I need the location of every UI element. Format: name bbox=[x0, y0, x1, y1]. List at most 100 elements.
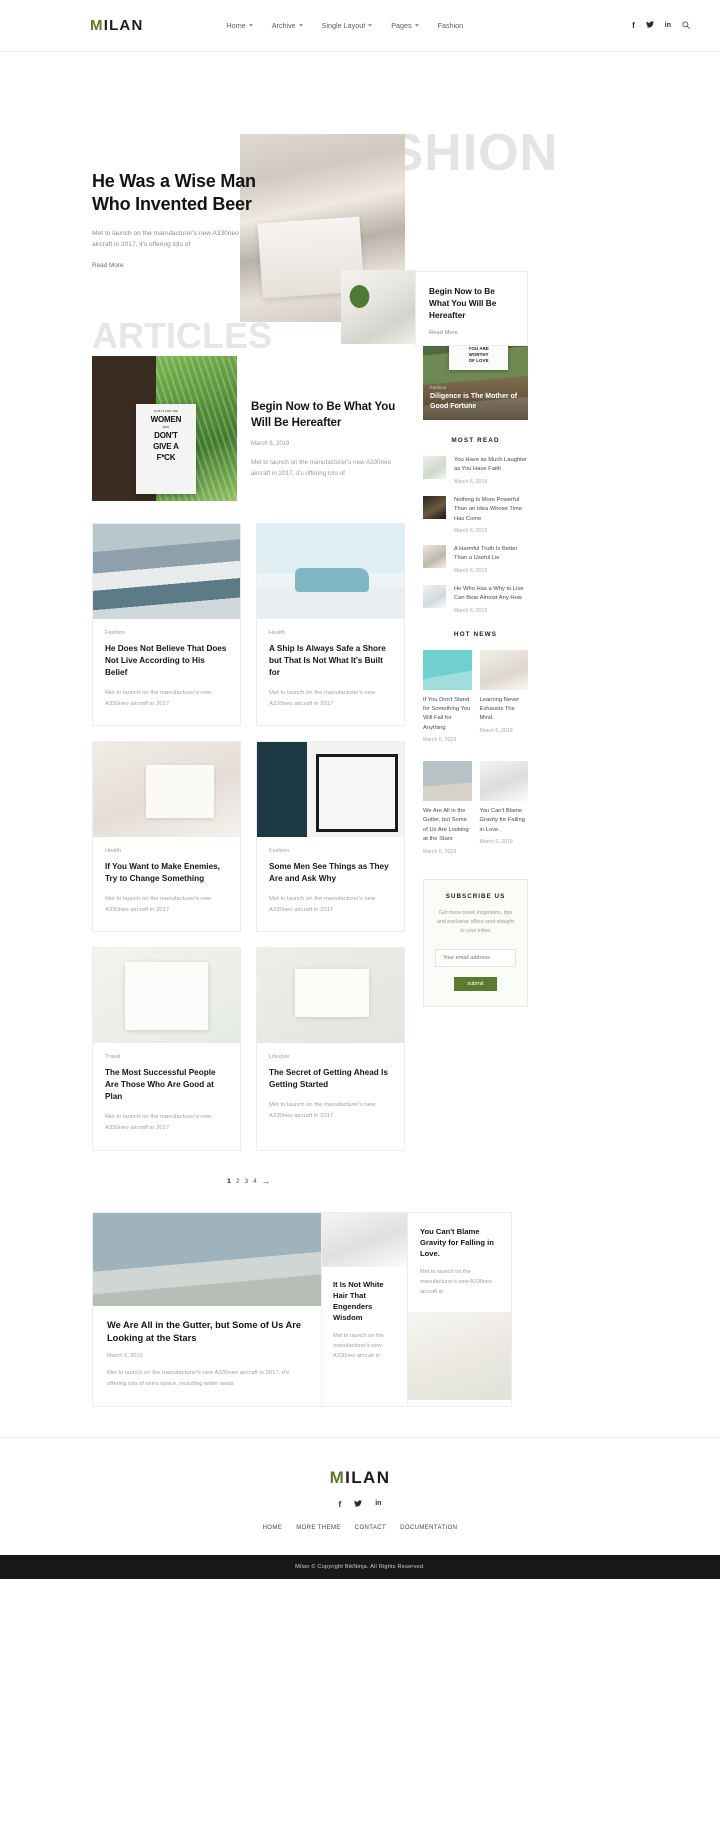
article-card-description: Met to launch on the manufacturer's new … bbox=[269, 1102, 376, 1119]
article-card[interactable]: Lifestyle The Secret of Getting Ahead Is… bbox=[256, 947, 405, 1151]
article-card[interactable]: Fashion He Does Not Believe That Does No… bbox=[92, 523, 241, 727]
most-read-date: March 6, 2019 bbox=[454, 527, 488, 534]
article-card-body: Health A Ship Is Always Safe a Shore but… bbox=[257, 619, 404, 725]
article-card[interactable]: Health A Ship Is Always Safe a Shore but… bbox=[256, 523, 405, 727]
poster-line-1: THIS IS FOR THE bbox=[153, 409, 179, 413]
subscribe-box: SUBSCRIBE US Get more travel inspiration… bbox=[423, 878, 528, 1007]
linkedin-icon[interactable]: in bbox=[665, 22, 671, 29]
twitter-icon[interactable] bbox=[645, 21, 654, 30]
poster-line-6: F*CK bbox=[156, 452, 176, 462]
bottom-feature-right[interactable]: You Can't Blame Gravity for Falling in L… bbox=[407, 1211, 512, 1407]
subscribe-email-input[interactable] bbox=[435, 948, 516, 967]
hot-news-date: March 6, 2019 bbox=[423, 737, 457, 744]
poster-line-5: GIVE A bbox=[153, 441, 179, 451]
hot-news-item[interactable]: If You Don't Stand for Something You Wil… bbox=[423, 649, 472, 744]
facebook-icon[interactable]: f bbox=[339, 1500, 342, 1509]
subscribe-submit-button[interactable]: submit bbox=[454, 976, 497, 991]
facebook-icon[interactable]: f bbox=[632, 21, 635, 30]
hot-news-date: March 6, 2019 bbox=[479, 839, 513, 846]
article-card-description: Met to launch on the manufacturer's new … bbox=[105, 689, 212, 707]
article-card-image bbox=[257, 742, 404, 838]
search-icon[interactable] bbox=[682, 21, 690, 31]
hot-news-grid: If You Don't Stand for Something You Wil… bbox=[423, 649, 528, 865]
hot-news-title: Learning Never Exhausts The Mind. bbox=[479, 696, 520, 722]
footer-social-group: f in bbox=[0, 1500, 720, 1509]
article-card-description: Met to launch on the manufacturer's new … bbox=[269, 689, 376, 707]
sidebar-feature-title: Diligence is The Mother of Good Fortune bbox=[430, 393, 518, 411]
hero-side-card[interactable]: Begin Now to Be What You Will Be Hereaft… bbox=[415, 271, 528, 346]
nav-item-single-layout[interactable]: Single Layout bbox=[322, 21, 373, 30]
article-card-category: Lifestyle bbox=[269, 1054, 290, 1061]
hot-news-image bbox=[479, 761, 528, 802]
nav-item-home[interactable]: Home bbox=[227, 21, 253, 30]
most-read-title: He Who Has a Why to Live Can Bear Almost… bbox=[454, 585, 524, 602]
twitter-icon bbox=[645, 21, 654, 28]
most-read-item[interactable]: A Harmful Truth Is Better Than a Useful … bbox=[423, 544, 528, 574]
bottom-feature-right-body: You Can't Blame Gravity for Falling in L… bbox=[408, 1213, 511, 1313]
featured-article-image: THIS IS FOR THE WOMEN WHO DON'T GIVE A F… bbox=[92, 356, 237, 501]
pagination-page-3[interactable]: 3 bbox=[245, 1178, 249, 1185]
hot-news-item[interactable]: Learning Never Exhausts The Mind. March … bbox=[479, 649, 528, 744]
featured-article-text: Begin Now to Be What You Will Be Hereaft… bbox=[251, 356, 405, 501]
hot-news-item[interactable]: You Can't Blame Gravity for Falling in L… bbox=[479, 761, 528, 855]
main-content: THIS IS FOR THE WOMEN WHO DON'T GIVE A F… bbox=[0, 314, 720, 1206]
footer-nav-contact[interactable]: CONTACT bbox=[355, 1525, 386, 1531]
hot-news-heading: HOT NEWS bbox=[453, 630, 498, 638]
article-card-category: Travel bbox=[105, 1054, 121, 1061]
hero-card-read-more-link[interactable]: Read More bbox=[429, 330, 514, 336]
most-read-item[interactable]: You Have as Much Laughter as You Have Fa… bbox=[423, 456, 528, 485]
hot-news-title: You Can't Blame Gravity for Falling in L… bbox=[479, 808, 525, 833]
nav-item-fashion[interactable]: Fashion bbox=[438, 21, 464, 30]
bottom-feature-large[interactable]: We Are All in the Gutter, but Some of Us… bbox=[92, 1211, 321, 1407]
nav-item-pages[interactable]: Pages bbox=[391, 21, 419, 30]
most-read-title: A Harmful Truth Is Better Than a Useful … bbox=[454, 545, 518, 562]
hero-description: Met to launch on the manufacturer's new … bbox=[92, 229, 239, 249]
sidebar-feature-category: Fashion bbox=[430, 385, 447, 391]
most-read-item[interactable]: He Who Has a Why to Live Can Bear Almost… bbox=[423, 584, 528, 614]
article-card-body: Lifestyle The Secret of Getting Ahead Is… bbox=[257, 1043, 404, 1137]
pagination-page-1[interactable]: 1 bbox=[227, 1178, 231, 1185]
bottom-feature-mid[interactable]: It Is Not White Hair That Engenders Wisd… bbox=[321, 1211, 407, 1407]
hot-news-image bbox=[479, 649, 528, 690]
article-card-body: Travel The Most Successful People Are Th… bbox=[93, 1043, 240, 1149]
bottom-feature-large-title: We Are All in the Gutter, but Some of Us… bbox=[107, 1319, 302, 1343]
bottom-feature-large-image bbox=[93, 1212, 321, 1306]
pagination-next-arrow-icon[interactable]: → bbox=[262, 1177, 270, 1186]
sidebar: YOU ARE WORTHY OF LOVE Fashion Diligence… bbox=[423, 314, 528, 1007]
twitter-icon[interactable] bbox=[354, 1499, 363, 1509]
hot-news-item[interactable]: We Are All in the Gutter, but Some of Us… bbox=[423, 761, 472, 855]
article-card[interactable]: Fashion Some Men See Things as They Are … bbox=[256, 741, 405, 933]
most-read-text: A Harmful Truth Is Better Than a Useful … bbox=[454, 545, 528, 574]
article-card[interactable]: Health If You Want to Make Enemies, Try … bbox=[92, 741, 241, 933]
copyright-bar: Milan © Copyright BikNinja. All Rights R… bbox=[0, 1554, 720, 1579]
most-read-thumbnail bbox=[423, 544, 446, 568]
article-card[interactable]: Travel The Most Successful People Are Th… bbox=[92, 947, 241, 1151]
article-card-grid: Fashion He Does Not Believe That Does No… bbox=[92, 523, 405, 1151]
hero-text-block: He Was a Wise Man Who Invented Beer Met … bbox=[92, 170, 257, 272]
chevron-down-icon bbox=[414, 24, 419, 27]
article-card-image bbox=[257, 524, 404, 619]
linkedin-icon[interactable]: in bbox=[375, 1500, 381, 1509]
most-read-text: He Who Has a Why to Live Can Bear Almost… bbox=[454, 585, 528, 614]
site-logo[interactable]: MILAN bbox=[90, 17, 144, 34]
bottom-feature-mid-title: It Is Not White Hair That Engenders Wisd… bbox=[333, 1279, 384, 1323]
footer-logo[interactable]: MILAN bbox=[0, 1468, 720, 1488]
featured-article-date: March 6, 2019 bbox=[251, 440, 290, 447]
footer-nav-more-theme[interactable]: MORE THEME bbox=[296, 1525, 341, 1531]
most-read-item[interactable]: Nothing Is More Powerful Than an Idea Wh… bbox=[423, 495, 528, 534]
footer-nav-home[interactable]: HOME bbox=[263, 1525, 283, 1531]
nav-item-archive[interactable]: Archive bbox=[272, 21, 303, 30]
hero-read-more-link[interactable]: Read More bbox=[92, 262, 124, 269]
pagination-page-4[interactable]: 4 bbox=[253, 1178, 257, 1185]
subscribe-description: Get more travel inspiration, tips and ex… bbox=[436, 909, 515, 934]
article-card-category: Fashion bbox=[105, 630, 125, 636]
footer-nav-documentation[interactable]: DOCUMENTATION bbox=[400, 1525, 457, 1531]
most-read-date: March 6, 2019 bbox=[454, 478, 488, 485]
article-card-image bbox=[257, 948, 404, 1044]
article-card-body: Fashion Some Men See Things as They Are … bbox=[257, 837, 404, 931]
chevron-down-icon bbox=[298, 24, 303, 27]
article-card-category: Health bbox=[105, 848, 122, 855]
bottom-feature-large-date: March 6, 2019 bbox=[107, 1353, 143, 1360]
chevron-down-icon bbox=[248, 24, 253, 27]
pagination-page-2[interactable]: 2 bbox=[236, 1178, 240, 1185]
